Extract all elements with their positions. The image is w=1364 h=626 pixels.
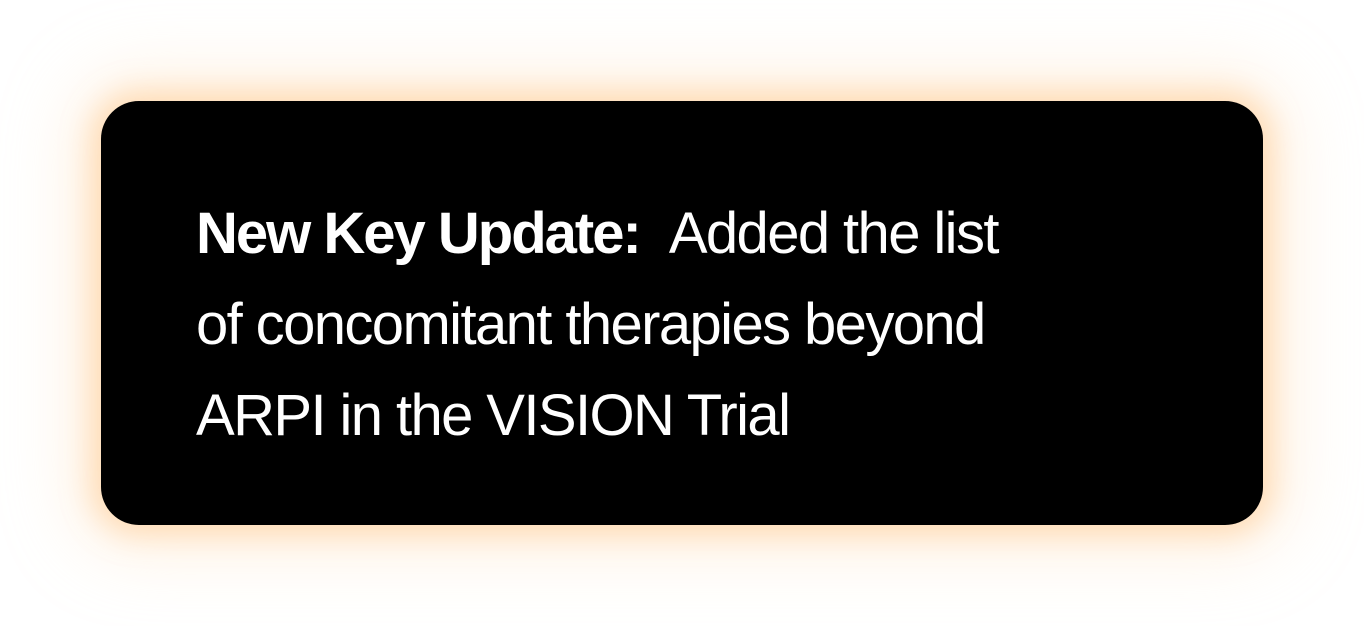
update-lead-label: New Key Update: [196,201,642,266]
update-text-line-3: ARPI in the VISION Trial [196,383,791,448]
update-text-line-2: of concomitant therapies beyond [196,292,986,357]
update-text-line-1: Added the list [668,201,1000,266]
update-message: New Key Update: Added the list of concom… [196,188,1196,461]
update-callout: New Key Update: Added the list of concom… [101,101,1263,525]
